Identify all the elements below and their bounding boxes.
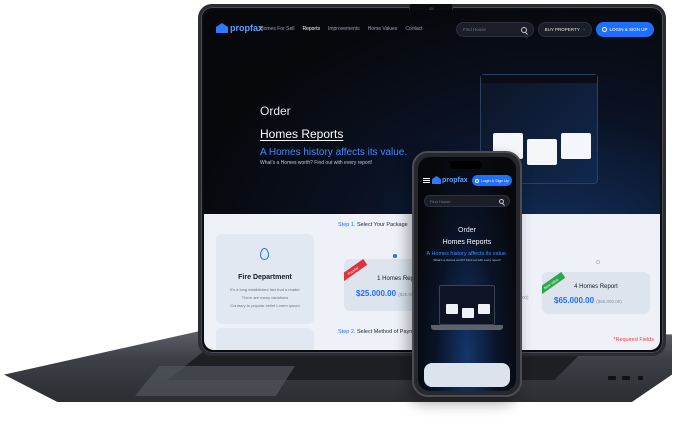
package-price-value: $65.000.00 (554, 296, 595, 305)
mockup-card (478, 304, 490, 314)
step-1-number: Step 1. (338, 222, 356, 228)
package-price-value: $25.000.00 (356, 289, 397, 298)
step-1-text: Select Your Package (356, 222, 408, 228)
phone-title: Homes Reports (442, 239, 492, 246)
login-signup-label: LOGIN & SIGN UP (609, 27, 648, 32)
nav-link-home-values[interactable]: Home Values (368, 26, 398, 32)
phone-search-input[interactable]: Find House (424, 195, 510, 207)
step-1-heading: Step 1. Select Your Package (338, 222, 408, 228)
fire-card-line: There are many variations (241, 295, 289, 300)
package-price: $65.000.00 ($65.000.00) (554, 296, 622, 305)
drop-icon (260, 248, 269, 260)
hero-subtitle: A Homes history affects its value. (260, 147, 408, 158)
mockup-screen (439, 285, 495, 325)
phone-logo-text: propfax (442, 176, 468, 184)
laptop-trackpad (135, 366, 295, 396)
phone-login-label: Login & Sign Up (481, 178, 509, 183)
buy-property-label: BUY PROPERTY (544, 27, 580, 32)
logo[interactable]: propfax (216, 23, 263, 33)
fire-card-line: It's a long established fact that a read… (230, 287, 300, 292)
phone-frame: propfax Login & Sign Up Find House Order… (412, 151, 522, 397)
step-2-heading: Step 2. Select Method of Paym (338, 329, 414, 335)
dynamic-island (450, 161, 482, 169)
mockup-card (527, 139, 557, 165)
hero-description: What's a Homes worth? Find out with ever… (260, 160, 373, 166)
required-fields-note: *Required Fields (613, 337, 654, 343)
nav-link-contact[interactable]: Contact (405, 26, 422, 32)
laptop-port (622, 376, 630, 380)
laptop-port (638, 376, 643, 380)
search-placeholder: Find House (463, 27, 487, 32)
phone-mockup-image (431, 285, 503, 331)
fire-card-line: Contrary to popular belief Lorem Ipsum (230, 303, 300, 308)
house-logo-icon (216, 23, 228, 33)
package-name: 4 Homes Report (574, 284, 618, 290)
house-logo-icon (432, 176, 441, 184)
hero-title: Homes Reports (260, 127, 344, 141)
nav-link-reports[interactable]: Reports (302, 26, 320, 32)
nav-links: Homes For Sell Reports Improvements Home… (260, 26, 423, 32)
laptop-port (608, 376, 616, 380)
nav-link-improvements[interactable]: Improvements (328, 26, 360, 32)
buy-property-button[interactable]: BUY PROPERTY + (538, 22, 592, 37)
step-2-number: Step 2. (338, 329, 356, 335)
phone-order-label: Order (458, 227, 476, 234)
search-input[interactable]: Find House (456, 22, 534, 37)
user-icon (475, 178, 480, 183)
nav-link-homes-for-sell[interactable]: Homes For Sell (260, 26, 294, 32)
package-old-price: 00) (522, 295, 529, 300)
logo-text: propfax (230, 23, 264, 33)
mockup-card (462, 308, 474, 318)
phone-search-placeholder: Find House (430, 198, 451, 204)
package-radio[interactable] (596, 260, 600, 264)
hamburger-menu-icon[interactable] (423, 178, 430, 183)
plus-icon: + (582, 27, 586, 32)
phone-subtitle: A Homes history affects its value. (426, 251, 508, 257)
mockup-base (431, 325, 503, 330)
search-icon[interactable] (499, 198, 504, 204)
phone-login-button[interactable]: Login & Sign Up (472, 175, 512, 186)
step-2-text: Select Method of Paym (356, 329, 414, 335)
package-old-price: ($65.000.00) (596, 299, 622, 304)
login-signup-button[interactable]: LOGIN & SIGN UP (596, 22, 654, 37)
phone-description: What's a Homes worth? Find out with ever… (433, 258, 501, 262)
package-radio-selected[interactable] (393, 254, 397, 258)
phone-screen: propfax Login & Sign Up Find House Order… (418, 157, 516, 391)
mockup-card (561, 133, 591, 159)
fire-department-card[interactable]: Fire Department It's a long established … (216, 234, 314, 324)
user-icon (602, 27, 608, 32)
package-card-4[interactable]: Best Value 4 Homes Report $65.000.00 ($6… (542, 272, 650, 314)
hero-order-label: Order (260, 104, 291, 118)
mockup-card (446, 304, 458, 314)
fire-card-bottom (216, 328, 314, 350)
top-navigation: propfax Homes For Sell Reports Improveme… (204, 10, 660, 44)
fire-card-title: Fire Department (238, 274, 292, 281)
mockup-navbar (481, 75, 597, 83)
phone-bottom-card (424, 363, 510, 387)
phone-logo[interactable]: propfax (432, 176, 468, 184)
search-icon[interactable] (521, 26, 527, 33)
